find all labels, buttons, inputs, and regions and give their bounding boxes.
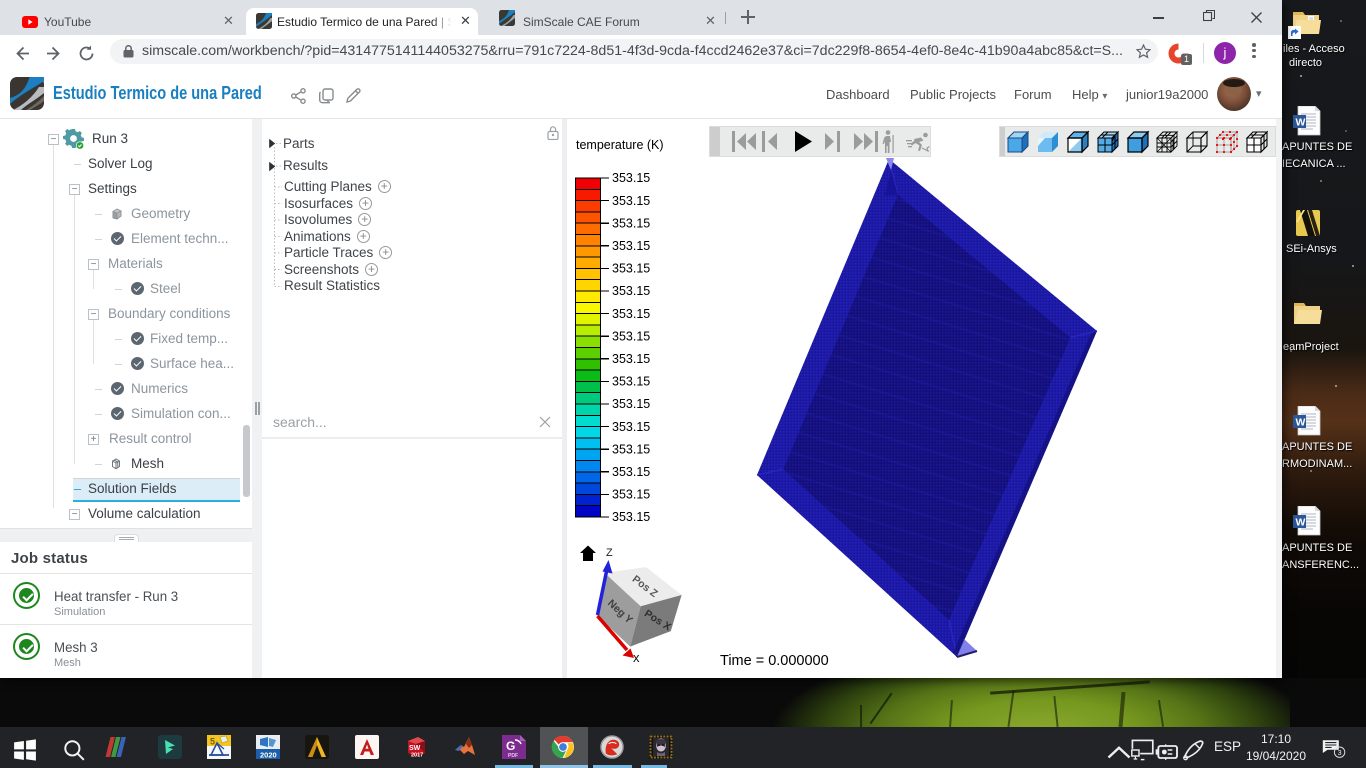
svg-text:353.15: 353.15 <box>612 171 650 185</box>
svg-text:2017: 2017 <box>411 753 423 759</box>
svg-text:SW: SW <box>409 745 421 752</box>
svg-text:353.15: 353.15 <box>612 239 650 253</box>
svg-text:353.15: 353.15 <box>612 488 650 502</box>
svg-text:353.15: 353.15 <box>612 510 650 524</box>
svg-text:353.15: 353.15 <box>612 420 650 434</box>
svg-text:Time = 0.000000: Time = 0.000000 <box>720 653 829 669</box>
svg-text:3: 3 <box>1338 748 1342 757</box>
svg-text:353.15: 353.15 <box>612 375 650 389</box>
svg-text:353.15: 353.15 <box>612 284 650 298</box>
svg-text:W: W <box>1296 417 1306 429</box>
svg-text:353.15: 353.15 <box>612 465 650 479</box>
svg-text:353.15: 353.15 <box>612 307 650 321</box>
svg-text:353.15: 353.15 <box>612 397 650 411</box>
svg-text:353.15: 353.15 <box>612 442 650 456</box>
svg-text:temperature (K): temperature (K) <box>576 138 664 152</box>
svg-text:Z: Z <box>606 547 613 559</box>
svg-text:353.15: 353.15 <box>612 194 650 208</box>
svg-text:353.15: 353.15 <box>612 329 650 343</box>
svg-text:W: W <box>1296 117 1306 129</box>
svg-text:W: W <box>1296 517 1306 529</box>
svg-text:353.15: 353.15 <box>612 352 650 366</box>
svg-text:353.15: 353.15 <box>612 216 650 230</box>
svg-text:G: G <box>506 739 515 753</box>
svg-text:PDF: PDF <box>508 753 518 759</box>
svg-text:2020: 2020 <box>260 751 277 760</box>
svg-text:5: 5 <box>210 737 215 747</box>
svg-text:x: x <box>633 650 640 665</box>
svg-text:353.15: 353.15 <box>612 262 650 276</box>
